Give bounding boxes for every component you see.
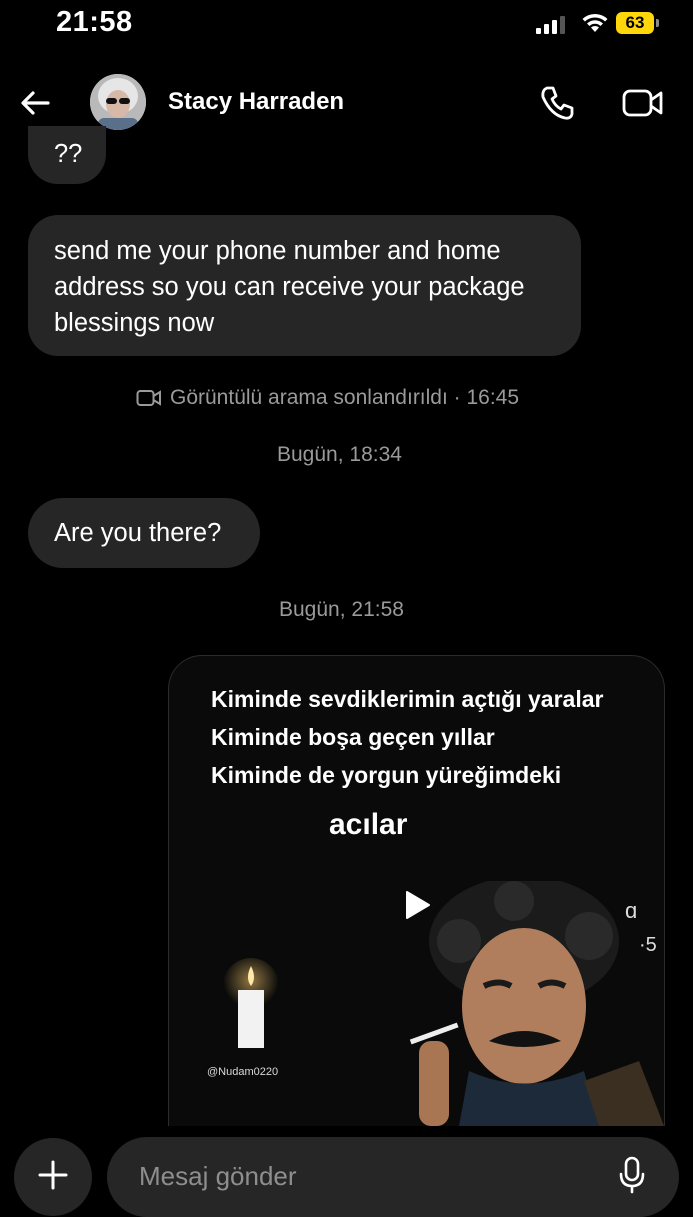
message-composer[interactable] — [107, 1137, 679, 1217]
video-caption-line: Kiminde de yorgun yüreğimdeki — [211, 762, 562, 788]
message-text: send me your phone number and home addre… — [54, 237, 525, 337]
shared-video-card[interactable]: Kiminde sevdiklerimin açtığı yaralar Kim… — [168, 655, 665, 1126]
video-call-small-icon — [136, 390, 161, 406]
contact-name[interactable]: Stacy Harraden — [168, 88, 344, 116]
status-time: 21:58 — [56, 6, 133, 38]
avatar[interactable] — [90, 74, 146, 130]
video-watermark: @Nudam0220 — [207, 1066, 279, 1078]
battery-indicator: 63 — [616, 12, 654, 34]
video-camera-icon[interactable] — [622, 86, 664, 120]
cellular-signal-icon — [536, 14, 568, 34]
video-caption-line: acılar — [329, 808, 408, 841]
play-icon[interactable] — [399, 888, 433, 922]
message-text: ?? — [54, 140, 83, 168]
message-bubble[interactable]: Are you there? — [28, 498, 260, 568]
microphone-icon[interactable] — [617, 1155, 647, 1195]
message-text: Are you there? — [54, 519, 222, 547]
back-arrow-icon[interactable] — [18, 86, 52, 120]
overlay-glyph: ·5 — [639, 934, 657, 956]
add-button[interactable] — [14, 1138, 92, 1216]
battery-tip — [656, 19, 659, 27]
call-ended-notice: Görüntülü arama sonlandırıldı · 16:45 — [136, 386, 519, 410]
message-bubble[interactable]: send me your phone number and home addre… — [28, 215, 581, 356]
video-caption-line: Kiminde boşa geçen yıllar — [211, 724, 495, 750]
message-bubble[interactable]: ?? — [28, 126, 106, 184]
plus-icon — [38, 1160, 68, 1190]
message-input[interactable] — [137, 1157, 581, 1195]
timestamp: Bugün, 21:58 — [279, 598, 404, 621]
timestamp: Bugün, 18:34 — [277, 443, 402, 466]
video-caption-line: Kiminde sevdiklerimin açtığı yaralar — [211, 686, 604, 712]
candle-image — [223, 958, 279, 1048]
call-ended-text: Görüntülü arama sonlandırıldı · 16:45 — [170, 386, 520, 409]
overlay-glyph: ɑ — [625, 898, 638, 923]
phone-icon[interactable] — [538, 84, 576, 122]
wifi-icon — [582, 13, 608, 32]
